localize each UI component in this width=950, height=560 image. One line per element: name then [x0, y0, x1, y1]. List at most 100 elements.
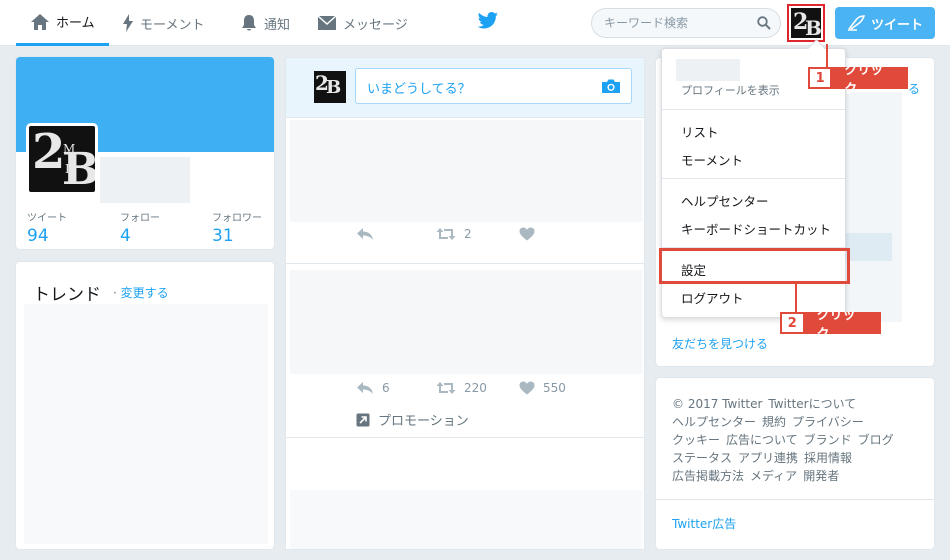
- footer-link[interactable]: 広告掲載方法: [672, 469, 744, 483]
- settings-highlight-box: [659, 248, 850, 284]
- home-icon: [31, 13, 49, 30]
- nav-moments-tab[interactable]: モーメント: [122, 0, 204, 46]
- find-friends-link[interactable]: 友だちを見つける: [672, 335, 768, 352]
- envelope-icon: [317, 15, 337, 30]
- like-count: 550: [543, 381, 566, 395]
- twitter-ads-link[interactable]: Twitter広告: [672, 515, 736, 532]
- stat-label: ツイート: [27, 213, 67, 224]
- heart-icon: [519, 381, 535, 395]
- footer-divider: [656, 499, 934, 500]
- menu-item-lists[interactable]: リスト: [681, 122, 719, 141]
- retweet-count: 2: [464, 227, 472, 241]
- reply-icon: [357, 382, 373, 394]
- search-input[interactable]: [604, 14, 754, 32]
- retweet-icon: [436, 382, 456, 394]
- callout-number: 2: [782, 314, 803, 332]
- menu-item-help-center[interactable]: ヘルプセンター: [681, 191, 769, 210]
- footer-link[interactable]: 採用情報: [804, 451, 852, 465]
- compose-quill-icon: [847, 15, 865, 31]
- tweet-content-redacted: [290, 120, 642, 222]
- callout-text: クリック: [844, 63, 884, 97]
- footer-link[interactable]: ブランド: [804, 433, 852, 447]
- footer-link[interactable]: クッキー: [672, 433, 720, 447]
- trends-title: トレンド: [33, 285, 101, 305]
- retweet-count: 220: [464, 381, 487, 395]
- like-button[interactable]: 550: [519, 381, 566, 395]
- reply-count: 6: [382, 381, 390, 395]
- trends-change-link[interactable]: · 変更する: [113, 284, 169, 301]
- nav-home-tab[interactable]: ホーム: [16, 0, 109, 46]
- menu-item-keyboard-shortcuts[interactable]: キーボードショートカット: [681, 219, 831, 238]
- stat-value: 4: [120, 226, 131, 246]
- heart-icon: [519, 227, 535, 241]
- trends-card: トレンド · 変更する: [15, 261, 275, 550]
- trends-change-label: 変更する: [120, 286, 169, 300]
- nav-notifications-label: 通知: [264, 17, 291, 33]
- trends-list-redacted: [24, 304, 268, 544]
- footer-link[interactable]: 広告について: [726, 433, 798, 447]
- promoted-arrow-icon: [356, 413, 370, 426]
- menu-item-logout[interactable]: ログアウト: [681, 288, 744, 307]
- search-box[interactable]: [591, 8, 781, 38]
- profile-avatar[interactable]: 2 M D B: [26, 123, 98, 195]
- nav-messages-tab[interactable]: メッセージ: [317, 0, 408, 46]
- menu-item-view-profile[interactable]: プロフィールを表示: [681, 82, 780, 98]
- footer-link[interactable]: アプリ連携: [738, 451, 798, 465]
- twitter-bird-icon[interactable]: [477, 12, 499, 30]
- avatar: 2 B: [791, 8, 821, 38]
- lightning-icon: [123, 14, 133, 32]
- retweet-button[interactable]: 220: [436, 381, 487, 395]
- footer-link[interactable]: 規約: [762, 415, 786, 429]
- footer-link[interactable]: プライバシー: [792, 415, 864, 429]
- footer-link[interactable]: Twitterについて: [768, 397, 856, 411]
- reply-button[interactable]: 6: [356, 381, 390, 395]
- stat-tweets[interactable]: ツイート 94: [27, 209, 67, 246]
- tweet-button-label: ツイート: [870, 17, 923, 33]
- dropdown-name-redacted: [676, 59, 740, 81]
- stat-followers[interactable]: フォロワー 31: [212, 209, 262, 246]
- timeline: 2 B いまどうしてる？ 2 6 220 550 プロモーション: [285, 57, 645, 550]
- callout-step-1: 1 クリック: [808, 63, 908, 97]
- bell-icon: [242, 15, 256, 31]
- footer-card: © 2017 Twitter Twitterについて ヘルプセンター 規約 プライバシ…: [655, 377, 935, 550]
- stat-value: 31: [212, 226, 234, 246]
- search-icon[interactable]: [757, 16, 771, 30]
- footer-link[interactable]: メディア: [750, 469, 797, 483]
- suggestions-redacted: [842, 92, 902, 322]
- profile-card: 2 M D B ツイート 94 フォロー 4 フォロワー 31: [15, 56, 275, 250]
- compose-input[interactable]: いまどうしてる？: [355, 68, 632, 104]
- retweet-icon: [436, 228, 456, 240]
- promotion-label[interactable]: プロモーション: [356, 410, 469, 429]
- promotion-text: プロモーション: [378, 414, 469, 429]
- compose-avatar: 2 B: [314, 71, 346, 103]
- menu-item-moments[interactable]: モーメント: [681, 150, 743, 169]
- footer-copyright: © 2017 Twitter: [672, 397, 763, 411]
- footer-links: © 2017 Twitter Twitterについて ヘルプセンター 規約 プライバシ…: [672, 395, 927, 485]
- stat-following[interactable]: フォロー 4: [120, 209, 160, 246]
- avatar-logo: 2 M D B: [29, 126, 95, 192]
- stat-value: 94: [27, 226, 49, 246]
- reply-button[interactable]: [356, 227, 374, 241]
- nav-notifications-tab[interactable]: 通知: [240, 0, 290, 46]
- tweet-content-redacted: [290, 490, 642, 549]
- camera-icon[interactable]: [601, 78, 621, 94]
- avatar-logo: 2 B: [314, 71, 346, 103]
- reply-icon: [357, 228, 373, 240]
- top-navbar: ホーム モーメント 通知 メッセージ 2 B ツイート: [0, 0, 950, 46]
- like-button[interactable]: [519, 227, 535, 241]
- profile-name-redacted: [100, 157, 190, 203]
- account-avatar-button[interactable]: 2 B: [787, 4, 825, 42]
- footer-link[interactable]: ブログ: [858, 433, 894, 447]
- who-to-follow-link[interactable]: る: [908, 80, 920, 97]
- nav-home-label: ホーム: [56, 16, 95, 31]
- compose-placeholder: いまどうしてる？: [367, 82, 471, 97]
- compose-box: 2 B いまどうしてる？: [286, 58, 644, 118]
- retweet-button[interactable]: 2: [436, 227, 472, 241]
- tweet-button[interactable]: ツイート: [835, 7, 935, 39]
- stat-label: フォロワー: [212, 213, 262, 224]
- footer-link[interactable]: 開発者: [803, 469, 839, 483]
- footer-link[interactable]: ヘルプセンター: [672, 415, 756, 429]
- callout-number: 1: [810, 69, 831, 87]
- callout-pointer: [826, 44, 828, 67]
- footer-link[interactable]: ステータス: [672, 451, 732, 465]
